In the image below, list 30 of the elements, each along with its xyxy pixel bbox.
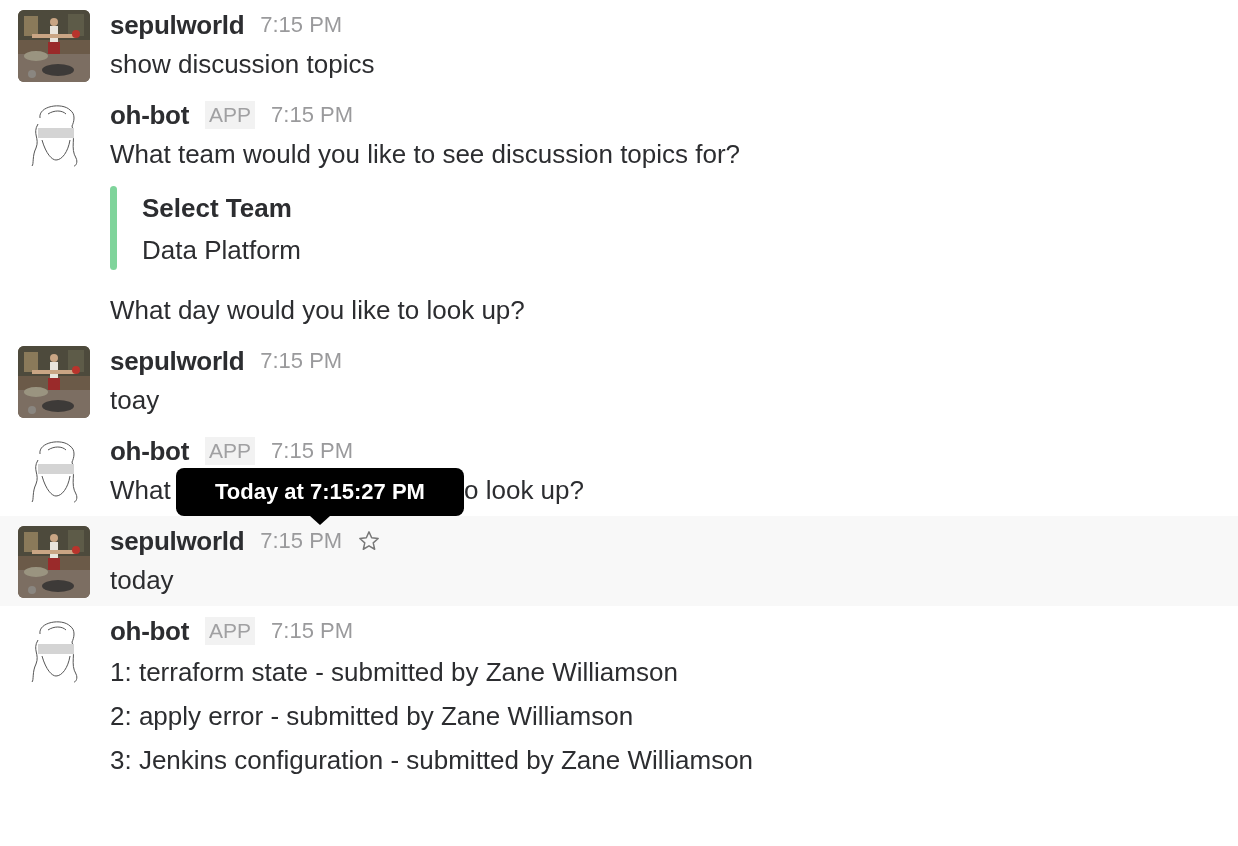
attachment-value: Data Platform: [142, 234, 302, 267]
timestamp: 7:15 PM: [260, 347, 343, 375]
timestamp: 7:15 PM: [271, 617, 353, 645]
message-text: toay: [110, 384, 161, 417]
timestamp: 7:15 PM: [260, 11, 343, 39]
message-text: o look up?: [464, 475, 584, 505]
author-name: oh-bot: [110, 435, 190, 468]
message-text: What: [110, 475, 171, 505]
message-text: 2: apply error - submitted by Zane Williamson: [110, 700, 635, 733]
author-name: oh-bot: [110, 99, 190, 132]
app-label: APP: [205, 437, 256, 465]
message-text: 3: Jenkins configuration - submitted by Zane Williamson: [110, 744, 755, 777]
tooltip: Today at 7:15:27 PM: [176, 468, 464, 516]
tooltip-arrow: [310, 516, 330, 525]
message-text: show discussion topics: [110, 48, 376, 81]
author-name: oh-bot: [110, 615, 190, 648]
timestamp: 7:15 PM: [271, 101, 353, 129]
message-text: What team would you like to see discussion topics for?: [110, 138, 742, 171]
message-text: What day would you like to look up?: [110, 294, 526, 327]
timestamp: 7:15 PM: [260, 527, 343, 555]
author-name: sepulworld: [110, 9, 245, 42]
attachment-title: Select Team: [142, 192, 293, 225]
author-name: sepulworld: [110, 525, 245, 558]
timestamp: 7:15 PM: [271, 437, 353, 465]
message-text: 1: terraform state - submitted by Zane Williamson: [110, 656, 679, 689]
app-label: APP: [205, 101, 256, 129]
message-text: today: [110, 564, 175, 597]
app-label: APP: [205, 617, 256, 645]
star-icon[interactable]: [358, 530, 381, 552]
author-name: sepulworld: [110, 345, 245, 378]
